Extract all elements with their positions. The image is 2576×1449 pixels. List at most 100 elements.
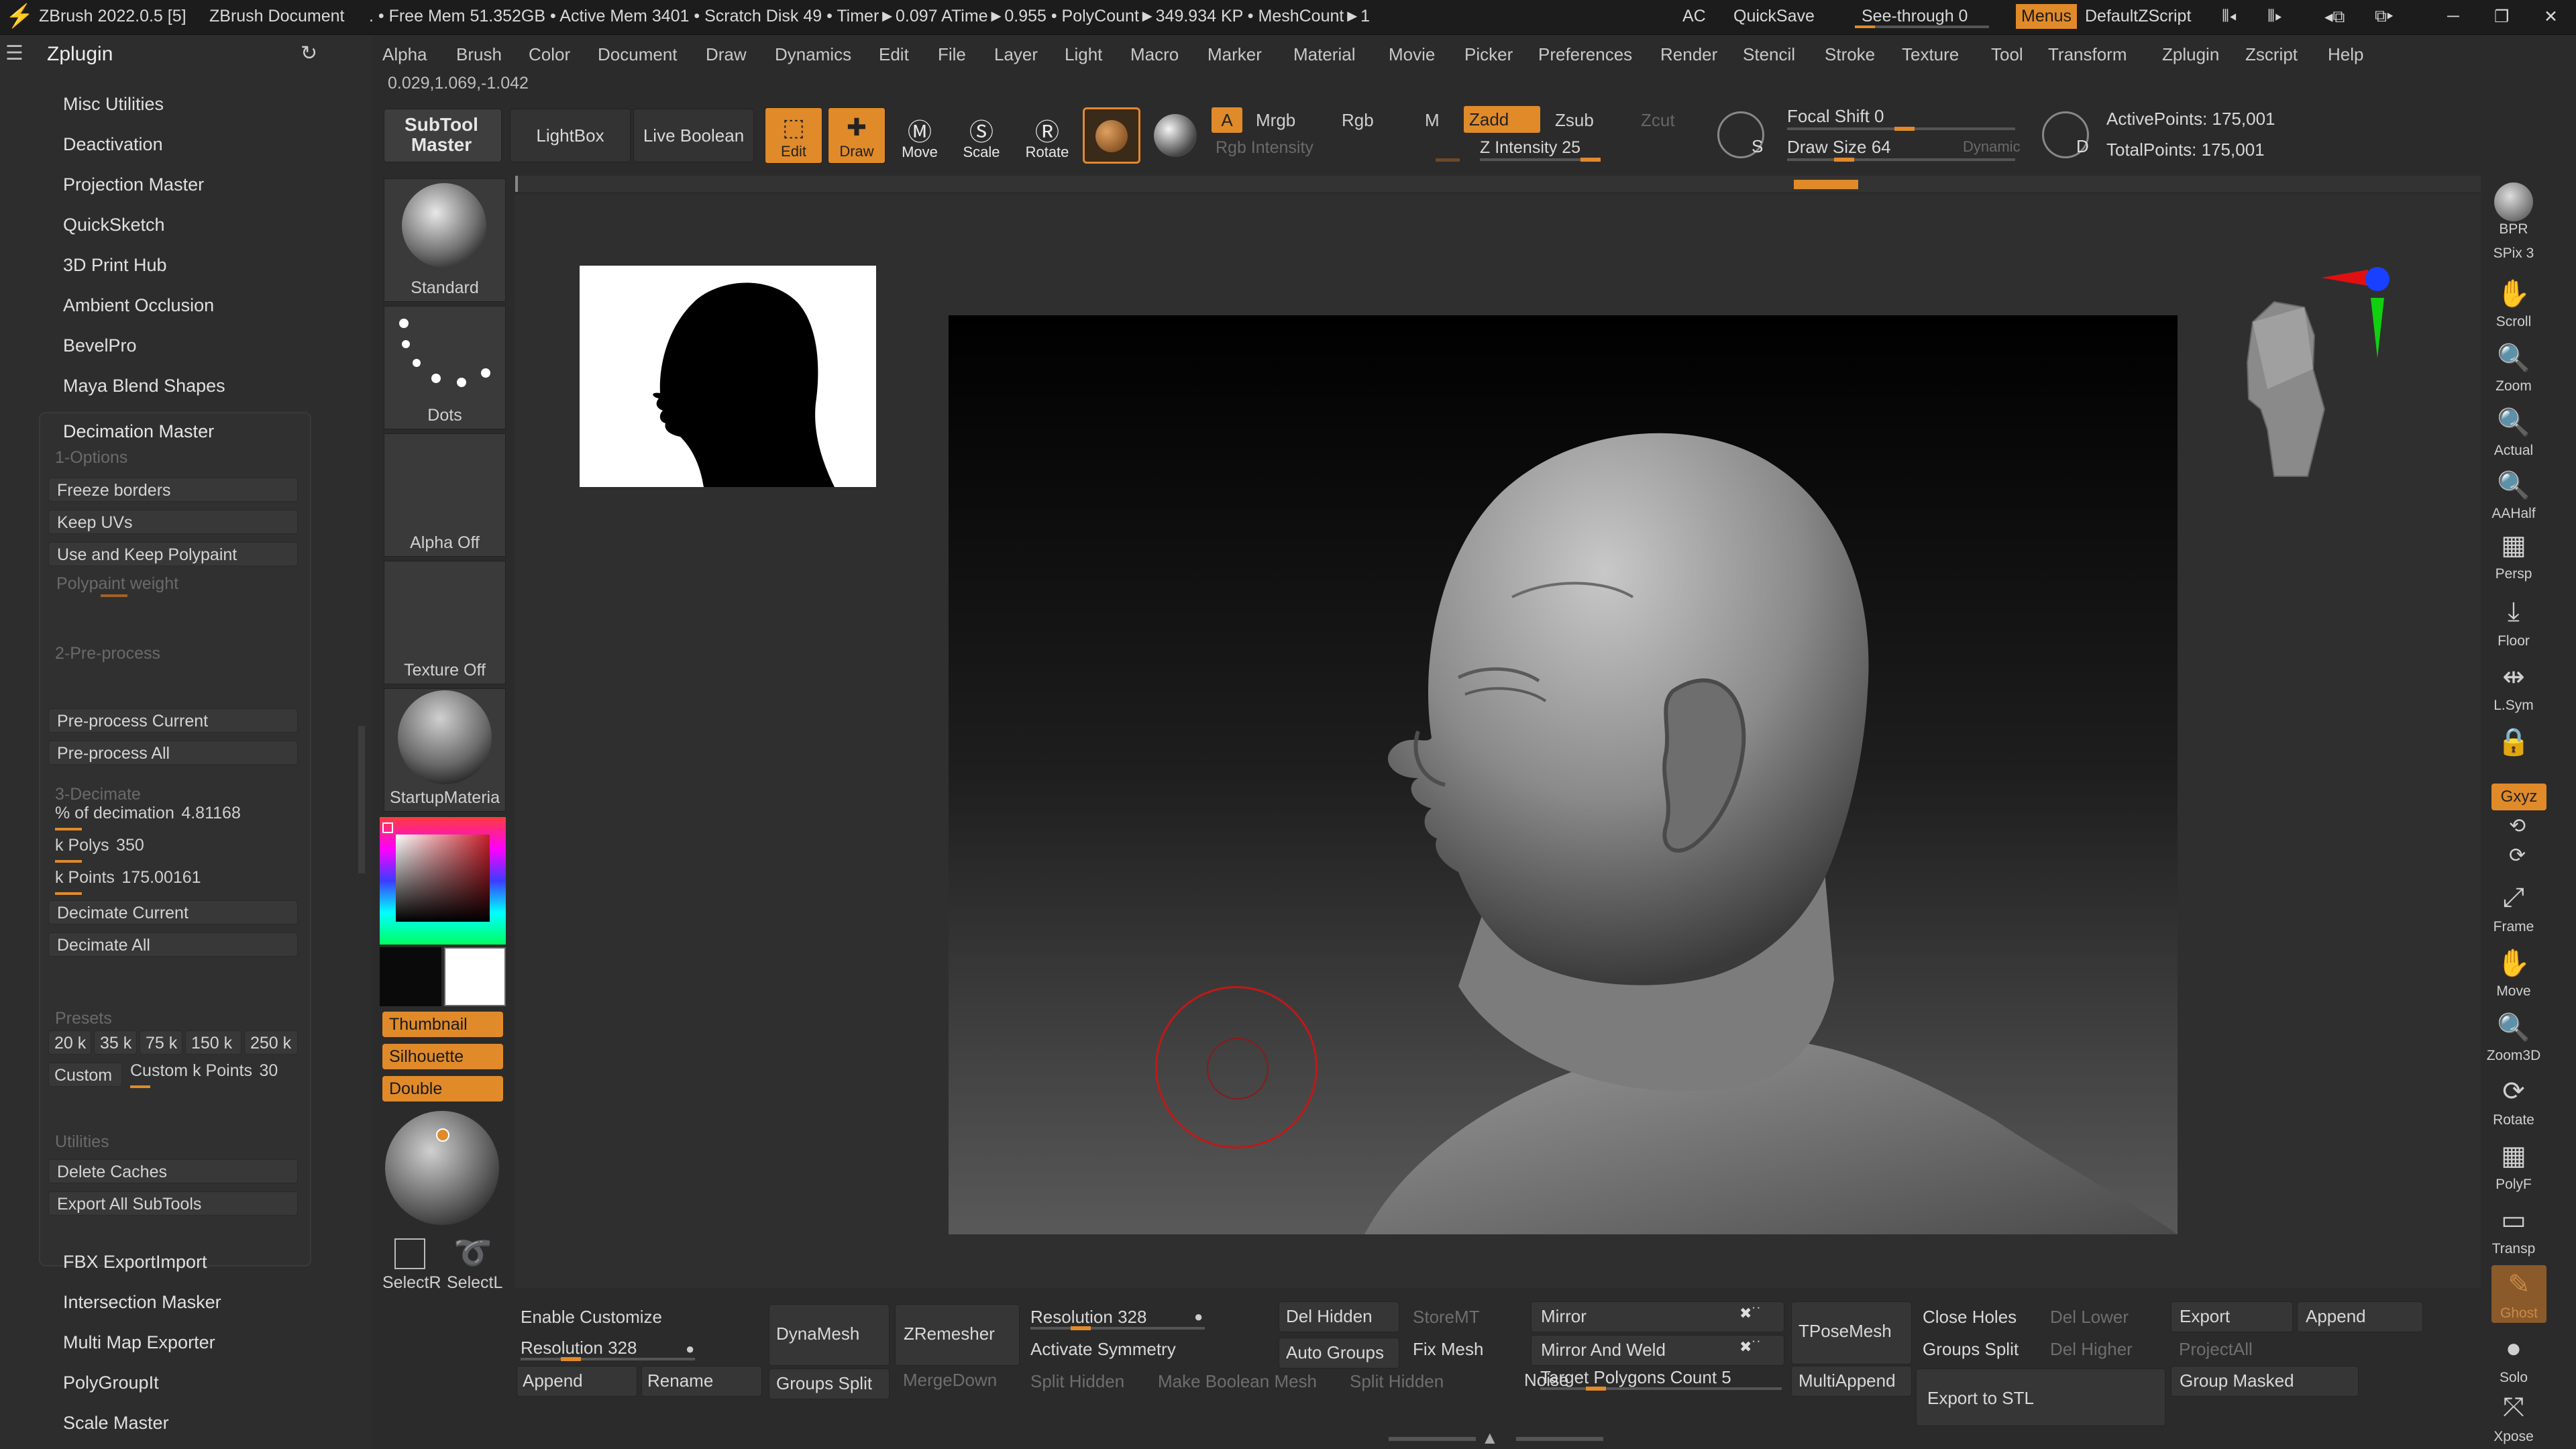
- axis-gizmo[interactable]: [2321, 264, 2402, 365]
- panel-scrollbar[interactable]: [358, 726, 365, 873]
- polyf-button[interactable]: ▦ PolyF: [2485, 1136, 2542, 1194]
- export-to-stl-button[interactable]: Export to STL: [1916, 1368, 2165, 1426]
- menu-zscript[interactable]: Zscript: [2245, 44, 2298, 65]
- preset-75k-button[interactable]: 75 k: [140, 1030, 182, 1055]
- zremesher-resolution-slider[interactable]: Resolution 328: [1030, 1307, 1146, 1328]
- plugin-ambient-occlusion[interactable]: Ambient Occlusion: [63, 295, 214, 316]
- document-canvas[interactable]: [949, 315, 2178, 1234]
- preprocess-current-button[interactable]: Pre-process Current: [48, 708, 298, 733]
- append-button[interactable]: Append: [517, 1366, 637, 1397]
- floor-button[interactable]: ⤓ Floor: [2485, 593, 2542, 651]
- decimate-all-button[interactable]: Decimate All: [48, 932, 298, 957]
- see-through-slider[interactable]: See-through 0: [1862, 7, 1968, 26]
- layout-switch2-icon[interactable]: ⧉▸: [2375, 7, 2394, 26]
- draw-button[interactable]: ✚ Draw: [828, 107, 885, 164]
- light-sphere[interactable]: [385, 1111, 499, 1225]
- menu-file[interactable]: File: [938, 44, 966, 65]
- multiappend-button[interactable]: MultiAppend: [1791, 1366, 1912, 1397]
- preset-250k-button[interactable]: 250 k: [244, 1030, 298, 1055]
- texture-thumbnail[interactable]: Texture Off: [384, 561, 506, 684]
- minimize-icon[interactable]: ─: [2447, 7, 2459, 26]
- ghost-button[interactable]: ✎ Ghost: [2491, 1265, 2546, 1323]
- custom-kpoints-slider[interactable]: Custom k Points 30: [130, 1061, 298, 1092]
- color-picker[interactable]: [380, 817, 506, 945]
- transp-button[interactable]: ▭ Transp: [2485, 1201, 2542, 1258]
- menu-zplugin[interactable]: Zplugin: [2162, 44, 2219, 65]
- bottom-tray-handle[interactable]: ▲: [1389, 1428, 1603, 1448]
- rotate-view-button[interactable]: ⟳ Rotate: [2485, 1072, 2542, 1130]
- menu-help[interactable]: Help: [2328, 44, 2363, 65]
- menu-stroke[interactable]: Stroke: [1825, 44, 1875, 65]
- zoom3d-button[interactable]: 🔍 Zoom3D: [2485, 1008, 2542, 1065]
- local-lock-button[interactable]: 🔒: [2485, 722, 2542, 780]
- spotlight-projection-icon[interactable]: S: [1717, 111, 1764, 158]
- kpolys-slider[interactable]: k Polys 350: [55, 836, 297, 867]
- groups-split-button-2[interactable]: Groups Split: [1923, 1339, 2019, 1360]
- thumbnail-toggle[interactable]: Thumbnail: [382, 1012, 503, 1037]
- plugin-fbx-exportimport[interactable]: FBX ExportImport: [63, 1252, 207, 1273]
- del-higher-button[interactable]: Del Higher: [2050, 1339, 2133, 1360]
- plugin-intersection-masker[interactable]: Intersection Masker: [63, 1292, 221, 1313]
- auto-groups-button[interactable]: Auto Groups: [1279, 1338, 1399, 1368]
- live-boolean-button[interactable]: Live Boolean: [633, 109, 754, 162]
- fix-mesh-button[interactable]: Fix Mesh: [1413, 1339, 1483, 1360]
- zsub-toggle[interactable]: Zsub: [1555, 110, 1594, 131]
- ac-button[interactable]: AC: [1682, 7, 1706, 26]
- solo-button[interactable]: ● Solo: [2485, 1330, 2542, 1387]
- plugin-scale-master[interactable]: Scale Master: [63, 1413, 169, 1434]
- dynamesh-button[interactable]: DynaMesh: [769, 1304, 890, 1366]
- alpha-thumbnail[interactable]: Alpha Off: [384, 433, 506, 557]
- select-lasso-icon[interactable]: ➰: [453, 1234, 492, 1271]
- menus-button[interactable]: Menus: [2016, 4, 2078, 29]
- lightbox-button[interactable]: LightBox: [510, 109, 631, 162]
- menu-light[interactable]: Light: [1065, 44, 1102, 65]
- storemt-button[interactable]: StoreMT: [1413, 1307, 1480, 1328]
- sculpted-head-model[interactable]: [949, 315, 2178, 1234]
- menu-movie[interactable]: Movie: [1389, 44, 1435, 65]
- light-position-marker[interactable]: [436, 1128, 449, 1142]
- color-sphere-button[interactable]: [1147, 107, 1205, 164]
- move-button[interactable]: Ⓜ Move: [891, 107, 949, 164]
- target-polygons-slider[interactable]: Target Polygons Count 5: [1540, 1367, 1731, 1388]
- rgb-toggle[interactable]: Rgb: [1342, 110, 1374, 131]
- resolution2-dot-icon[interactable]: ●: [1194, 1308, 1203, 1326]
- menu-brush[interactable]: Brush: [456, 44, 502, 65]
- refresh-icon[interactable]: ↻: [301, 42, 317, 65]
- menu-draw[interactable]: Draw: [706, 44, 747, 65]
- menu-transform[interactable]: Transform: [2048, 44, 2127, 65]
- preset-35k-button[interactable]: 35 k: [94, 1030, 137, 1055]
- scale-button[interactable]: Ⓢ Scale: [953, 107, 1010, 164]
- plugin-3d-print-hub[interactable]: 3D Print Hub: [63, 255, 167, 276]
- xpose-button[interactable]: ⤧ Xpose: [2485, 1389, 2542, 1446]
- default-zscript-button[interactable]: DefaultZScript: [2085, 7, 2191, 26]
- plugin-quicksketch[interactable]: QuickSketch: [63, 215, 165, 235]
- tposemesh-button[interactable]: TPoseMesh: [1791, 1301, 1912, 1364]
- primary-color-swatch[interactable]: [444, 947, 506, 1006]
- actual-button[interactable]: 🔍 Actual: [2485, 402, 2542, 460]
- keep-uvs-toggle[interactable]: Keep UVs: [48, 510, 298, 534]
- delete-caches-button[interactable]: Delete Caches: [48, 1159, 298, 1183]
- menu-alpha[interactable]: Alpha: [382, 44, 427, 65]
- zcut-toggle[interactable]: Zcut: [1641, 110, 1675, 131]
- polypaint-weight-slider[interactable]: Polypaint weight: [56, 574, 178, 594]
- menu-color[interactable]: Color: [529, 44, 570, 65]
- activate-symmetry-button[interactable]: Activate Symmetry: [1030, 1339, 1176, 1360]
- group-masked-button[interactable]: Group Masked: [2171, 1366, 2359, 1397]
- menu-tool[interactable]: Tool: [1991, 44, 2023, 65]
- focal-shift-slider[interactable]: Focal Shift 0: [1787, 106, 1884, 127]
- plugin-polygroupit[interactable]: PolyGroupIt: [63, 1373, 159, 1393]
- preprocess-all-button[interactable]: Pre-process All: [48, 741, 298, 765]
- del-lower-button[interactable]: Del Lower: [2050, 1307, 2129, 1328]
- panel-menu-icon[interactable]: ☰: [5, 42, 23, 65]
- menu-marker[interactable]: Marker: [1208, 44, 1262, 65]
- plugin-multi-map-exporter[interactable]: Multi Map Exporter: [63, 1332, 215, 1353]
- rgb-intensity-slider[interactable]: Rgb Intensity: [1216, 138, 1313, 158]
- menu-preferences[interactable]: Preferences: [1538, 44, 1632, 65]
- enable-customize-button[interactable]: Enable Customize: [521, 1307, 662, 1328]
- mirror-and-weld-button[interactable]: Mirror And Weld ✖˙˙: [1531, 1335, 1784, 1366]
- menu-macro[interactable]: Macro: [1130, 44, 1179, 65]
- z-axis-ball[interactable]: [2365, 267, 2390, 291]
- silhouette-toggle[interactable]: Silhouette: [382, 1044, 503, 1069]
- m-toggle[interactable]: M: [1425, 110, 1440, 131]
- menu-texture[interactable]: Texture: [1902, 44, 1959, 65]
